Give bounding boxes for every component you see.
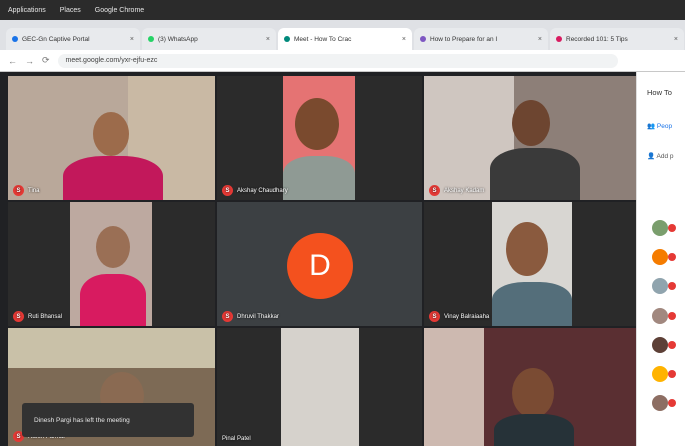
people-side-panel: How To 👥 Peop 👤 Add p [636,72,685,446]
participant-label: S Ruti Bhansal [13,311,62,322]
participant-label: S Akshay Chaudhary [222,185,288,196]
participant-label: S Vinay Balraiaaha [429,311,489,322]
participant-avatar[interactable] [652,395,668,411]
left-meeting-toast: Dinesh Pargi has left the meeting [22,403,194,437]
tab-label: How to Prepare for an I [430,35,498,43]
reload-icon[interactable]: ⟳ [42,55,50,66]
participant-label: Pinal Patel [222,436,251,442]
meet-video-grid: S Tina S Akshay Chaudhary S Akshay Kadam… [0,72,636,446]
tab-label: Meet - How To Crac [294,35,352,43]
participant-badge-dot [668,224,676,232]
tab-close-icon[interactable]: × [538,36,542,43]
participant-badge-dot [668,282,676,290]
participant-avatar[interactable] [652,337,668,353]
tab-close-icon[interactable]: × [130,36,134,43]
video-tile[interactable]: Pinal Patel [217,328,422,446]
browser-tab[interactable]: GEC-Gn Captive Portal × [6,28,140,50]
participant-name: Tina [28,187,40,194]
participant-badge-dot [668,370,676,378]
tab-favicon-icon [556,36,562,42]
tab-favicon-icon [12,36,18,42]
os-menu-places[interactable]: Places [60,7,81,14]
add-person-icon: 👤 [647,153,656,160]
participant-avatar[interactable] [652,308,668,324]
tab-label: GEC-Gn Captive Portal [22,35,90,43]
participant-badge-dot [668,341,676,349]
video-tile[interactable]: S Akshay Chaudhary [217,76,422,200]
tab-close-icon[interactable]: × [402,36,406,43]
address-bar-row: ← → ⟳ meet.google.com/yxr-ejfu-ezc [0,50,685,72]
video-tile[interactable]: S Tina [8,76,215,200]
back-icon[interactable]: ← [8,56,17,66]
toast-text: Dinesh Pargi has left the meeting [34,416,130,424]
participant-avatar[interactable] [652,220,668,236]
tab-favicon-icon [284,36,290,42]
url-text: meet.google.com/yxr-ejfu-ezc [65,57,158,64]
forward-icon[interactable]: → [25,56,34,66]
participant-badge: S [222,311,233,322]
participant-avatar[interactable] [652,278,668,294]
participant-avatar[interactable] [652,249,668,265]
participant-label: S Tina [13,185,39,196]
participant-avatar[interactable] [652,366,668,382]
browser-tab-active[interactable]: Meet - How To Crac × [278,28,412,50]
video-tile[interactable]: S Akshay Kadam [424,76,636,200]
participant-badge: S [13,311,24,322]
panel-title: How To [647,88,672,97]
participant-name: Akshay Chaudhary [237,187,288,194]
participant-badge: S [222,185,233,196]
tab-favicon-icon [420,36,426,42]
participant-name: Dhruvil Thakkar [237,313,279,320]
tab-label: Recorded 101: 5 Tips [566,35,628,43]
video-tile[interactable]: S Vinay Balraiaaha [424,202,636,326]
video-tile[interactable]: S Ruti Bhansal [8,202,215,326]
tab-close-icon[interactable]: × [674,36,678,43]
participant-label: S Akshay Kadam [429,185,484,196]
participant-badge: S [429,185,440,196]
url-field[interactable]: meet.google.com/yxr-ejfu-ezc [57,53,618,68]
participant-label: S Dhruvil Thakkar [222,311,279,322]
participant-badge: S [429,311,440,322]
browser-tab-strip: GEC-Gn Captive Portal × (3) WhatsApp × M… [0,20,685,50]
participant-badge-dot [668,399,676,407]
tab-label: (3) WhatsApp [158,35,198,43]
participant-badge-dot [668,312,676,320]
os-menu-applications[interactable]: Applications [8,7,46,14]
browser-tab[interactable]: (3) WhatsApp × [142,28,276,50]
tab-favicon-icon [148,36,154,42]
participant-avatar: D [287,233,353,299]
browser-tab[interactable]: How to Prepare for an I × [414,28,548,50]
participant-name: Pinal Patel [222,436,251,442]
participant-name: Vinay Balraiaaha [444,313,490,320]
tab-close-icon[interactable]: × [266,36,270,43]
participant-badge: S [13,185,24,196]
video-tile[interactable] [424,328,636,446]
os-menu-chrome[interactable]: Google Chrome [95,7,144,14]
participant-name: Akshay Kadam [444,187,485,194]
people-icon: 👥 [647,123,656,130]
participant-badge-dot [668,253,676,261]
os-top-bar: Applications Places Google Chrome [0,0,685,20]
tab-add-people[interactable]: 👤 Add p [647,152,674,160]
participant-name: Ruti Bhansal [28,313,63,320]
browser-tab[interactable]: Recorded 101: 5 Tips × [550,28,684,50]
tab-people[interactable]: 👥 Peop [647,122,672,130]
